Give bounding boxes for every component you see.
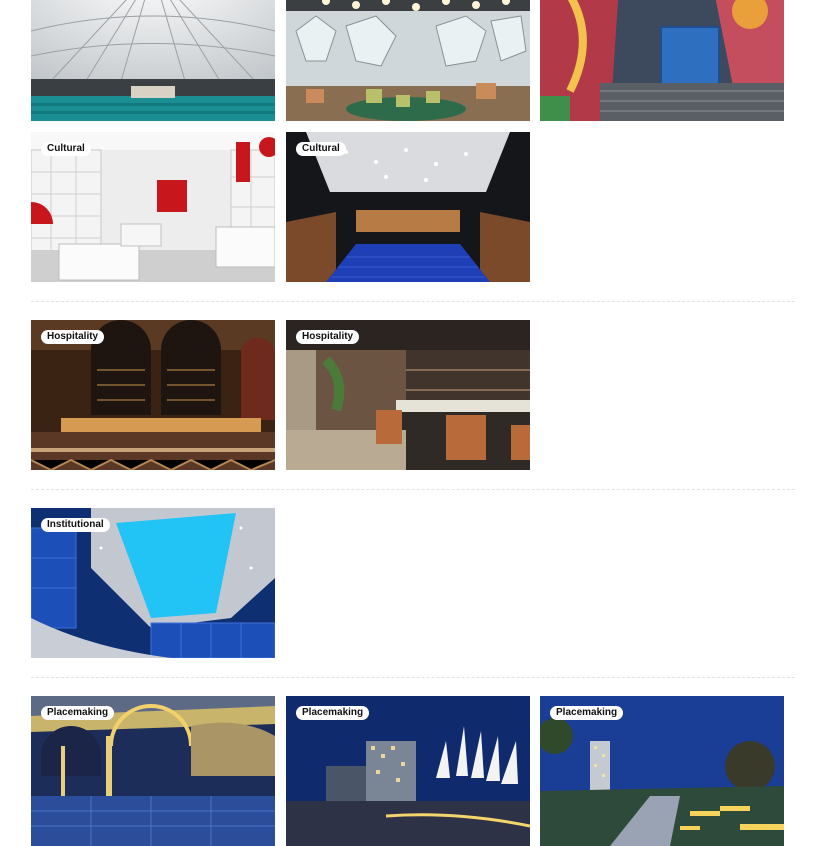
category-badge: Cultural — [296, 142, 346, 156]
library-lounge-image — [286, 0, 530, 121]
category-badge: Placemaking — [550, 706, 624, 720]
section-divider — [31, 301, 795, 302]
project-card-tower-park[interactable]: Placemaking — [540, 696, 784, 846]
project-card-arched-bar[interactable]: Hospitality — [31, 320, 275, 470]
category-badge: Placemaking — [296, 706, 370, 720]
section-divider — [31, 489, 795, 490]
section-divider — [31, 677, 795, 678]
project-card-city-plaza[interactable]: Placemaking — [286, 696, 530, 846]
project-card-restaurant-bar[interactable]: Hospitality — [286, 320, 530, 470]
project-card-lit-bridge[interactable]: Placemaking — [31, 696, 275, 846]
category-badge: Hospitality — [296, 330, 360, 344]
project-card-mural-alcove[interactable] — [540, 0, 784, 121]
category-badge: Hospitality — [41, 330, 105, 344]
category-badge: Institutional — [41, 518, 110, 532]
project-card-blue-ceiling-atrium[interactable]: Institutional — [31, 508, 275, 658]
project-card-library-lounge[interactable] — [286, 0, 530, 121]
mural-alcove-image — [540, 0, 784, 121]
project-card-red-gallery[interactable]: Cultural — [31, 132, 275, 282]
project-card-dome-auditorium[interactable] — [31, 0, 275, 121]
project-card-blue-seat-theater[interactable]: Cultural — [286, 132, 530, 282]
category-badge: Cultural — [41, 142, 91, 156]
dome-auditorium-image — [31, 0, 275, 121]
category-badge: Placemaking — [41, 706, 115, 720]
